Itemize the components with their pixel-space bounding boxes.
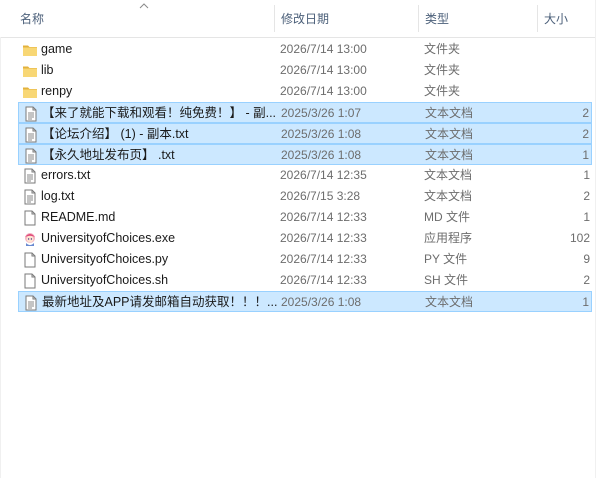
app-icon — [25, 233, 35, 246]
file-explorer: 名称 修改日期 类型 大小 game 2026/7/14 13:00 文件夹 lib 2… — [0, 0, 596, 478]
column-header-size-label: 大小 — [544, 12, 569, 26]
column-header-date-label: 修改日期 — [281, 12, 330, 26]
column-separator[interactable] — [537, 5, 538, 32]
file-name: 【论坛介绍】 (1) - 副本.txt — [42, 127, 189, 141]
column-separator[interactable] — [418, 5, 419, 32]
file-row[interactable]: 【永久地址发布页】 .txt 2025/3/26 1:08 文本文档 1 — [18, 144, 592, 165]
file-type: 文本文档 — [425, 127, 474, 141]
file-size: 2 — [583, 189, 590, 203]
folder-icon — [23, 87, 37, 98]
column-separator[interactable] — [274, 5, 275, 32]
file-type: SH 文件 — [424, 273, 469, 287]
file-row[interactable]: UniversityofChoices.sh 2026/7/14 12:33 SH … — [18, 270, 592, 291]
file-type: 文本文档 — [424, 189, 473, 203]
pane-border — [0, 37, 1, 478]
file-name: lib — [41, 63, 54, 77]
file-size: 1 — [583, 168, 590, 182]
file-date: 2025/3/26 1:08 — [281, 127, 362, 141]
file-name: errors.txt — [41, 168, 91, 182]
file-name: game — [41, 42, 73, 56]
file-row[interactable]: README.md 2026/7/14 12:33 MD 文件 1 — [18, 207, 592, 228]
file-type: 文件夹 — [424, 84, 461, 98]
file-name: log.txt — [41, 189, 75, 203]
file-name: README.md — [41, 210, 116, 224]
folder-icon — [23, 45, 37, 56]
text-file-icon — [24, 189, 36, 205]
folder-row[interactable]: game 2026/7/14 13:00 文件夹 — [18, 39, 592, 60]
text-file-icon — [25, 106, 37, 122]
file-size: 2 — [582, 127, 589, 141]
file-name: 【来了就能下载和观看！纯免费！】 - 副... — [42, 106, 277, 120]
file-date: 2025/3/26 1:07 — [281, 106, 362, 120]
file-date: 2026/7/14 13:00 — [280, 84, 367, 98]
file-type: 文本文档 — [425, 295, 474, 309]
file-date: 2026/7/15 3:28 — [280, 189, 361, 203]
file-size: 1 — [582, 295, 589, 309]
file-type: PY 文件 — [424, 252, 468, 266]
file-row[interactable]: log.txt 2026/7/15 3:28 文本文档 2 — [18, 186, 592, 207]
file-name: UniversityofChoices.sh — [41, 273, 169, 287]
file-date: 2026/7/14 12:33 — [280, 231, 367, 245]
file-size: 9 — [583, 252, 590, 266]
file-row[interactable]: UniversityofChoices.py 2026/7/14 12:33 PY … — [18, 249, 592, 270]
file-row[interactable]: UniversityofChoices.exe 2026/7/14 12:33 应用… — [18, 228, 592, 249]
file-name: UniversityofChoices.exe — [41, 231, 176, 245]
file-name: 最新地址及APP请发邮箱自动获取！！！... — [42, 295, 277, 309]
column-header-name-label: 名称 — [20, 12, 45, 26]
text-file-icon — [25, 127, 37, 143]
file-date: 2026/7/14 12:33 — [280, 273, 367, 287]
file-row[interactable]: errors.txt 2026/7/14 12:35 文本文档 1 — [18, 165, 592, 186]
text-file-icon — [25, 295, 37, 311]
file-row[interactable]: 【论坛介绍】 (1) - 副本.txt 2025/3/26 1:08 文本文档 2 — [18, 123, 592, 144]
file-type: 文本文档 — [425, 106, 474, 120]
folder-icon — [23, 66, 37, 77]
column-header-bar: 名称 修改日期 类型 大小 — [0, 0, 596, 38]
sort-ascending-icon — [139, 3, 149, 9]
file-date: 2025/3/26 1:08 — [281, 295, 362, 309]
column-header-type-label: 类型 — [425, 12, 450, 26]
file-size: 2 — [582, 106, 589, 120]
file-date: 2026/7/14 12:35 — [280, 168, 367, 182]
file-name: UniversityofChoices.py — [41, 252, 169, 266]
folder-row[interactable]: renpy 2026/7/14 13:00 文件夹 — [18, 81, 592, 102]
file-date: 2026/7/14 12:33 — [280, 210, 367, 224]
file-row[interactable]: 【来了就能下载和观看！纯免费！】 - 副... 2025/3/26 1:07 文本文… — [18, 102, 592, 123]
file-row[interactable]: 最新地址及APP请发邮箱自动获取！！！... 2025/3/26 1:08 文本文档… — [18, 291, 592, 312]
file-type: 文件夹 — [424, 63, 461, 77]
blank-file-icon — [24, 210, 36, 226]
file-type: 文本文档 — [425, 148, 474, 162]
column-header-size[interactable]: 大小 — [544, 0, 596, 37]
file-type: MD 文件 — [424, 210, 470, 224]
file-size: 2 — [583, 273, 590, 287]
blank-file-icon — [24, 252, 36, 268]
text-file-icon — [25, 148, 37, 164]
text-file-icon — [24, 168, 36, 184]
file-date: 2026/7/14 13:00 — [280, 42, 367, 56]
column-header-type[interactable]: 类型 — [425, 0, 537, 37]
file-date: 2025/3/26 1:08 — [281, 148, 362, 162]
file-type: 文本文档 — [424, 168, 473, 182]
file-date: 2026/7/14 13:00 — [280, 63, 367, 77]
folder-row[interactable]: lib 2026/7/14 13:00 文件夹 — [18, 60, 592, 81]
blank-file-icon — [24, 273, 36, 289]
file-name: renpy — [41, 84, 73, 98]
file-size: 102 — [569, 231, 590, 245]
column-header-date[interactable]: 修改日期 — [281, 0, 418, 37]
file-type: 文件夹 — [424, 42, 461, 56]
file-date: 2026/7/14 12:33 — [280, 252, 367, 266]
file-type: 应用程序 — [424, 231, 473, 245]
file-size: 1 — [583, 210, 590, 224]
file-size: 1 — [582, 148, 589, 162]
file-name: 【永久地址发布页】 .txt — [42, 148, 175, 162]
